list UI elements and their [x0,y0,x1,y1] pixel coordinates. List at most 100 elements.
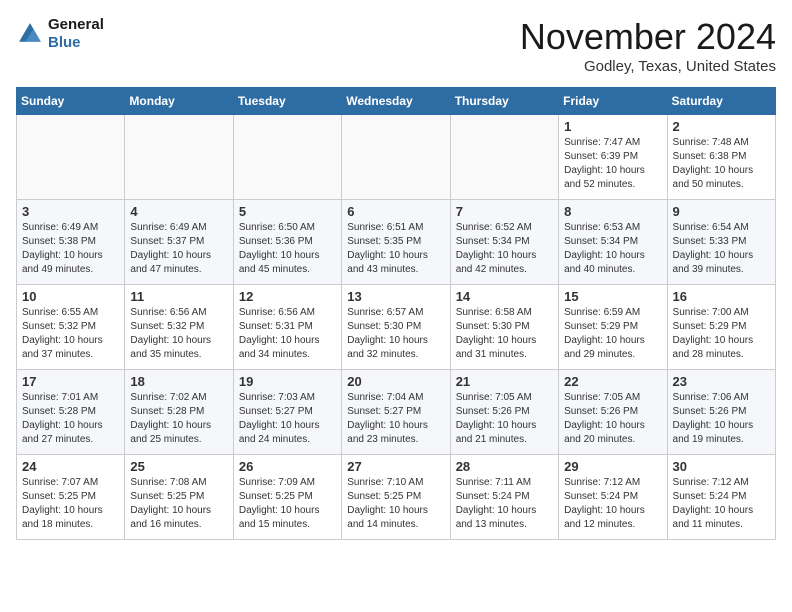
logo-icon [16,20,44,48]
day-info: Sunrise: 7:05 AM Sunset: 5:26 PM Dayligh… [456,391,553,447]
day-number: 26 [239,459,336,474]
day-cell: 19 Sunrise: 7:03 AM Sunset: 5:27 PM Dayli… [233,370,341,455]
day-number: 13 [347,289,444,304]
day-cell [125,115,233,200]
title-area: November 2024 Godley, Texas, United Stat… [520,16,776,75]
week-row-1: 1Sunrise: 7:47 AM Sunset: 6:39 PM Daylig… [17,115,776,200]
day-cell: 30Sunrise: 7:12 AM Sunset: 5:24 PM Dayli… [667,455,775,540]
day-number: 1 [564,119,661,134]
day-number: 20 [347,374,444,389]
day-cell: 28 Sunrise: 7:11 AM Sunset: 5:24 PM Dayli… [450,455,558,540]
day-info: Sunrise: 7:03 AM Sunset: 5:27 PM Dayligh… [239,391,336,447]
day-cell: 1Sunrise: 7:47 AM Sunset: 6:39 PM Daylig… [559,115,667,200]
day-cell: 14Sunrise: 6:58 AM Sunset: 5:30 PM Dayli… [450,285,558,370]
day-info: Sunrise: 7:48 AM Sunset: 6:38 PM Dayligh… [673,136,770,192]
day-cell: 10Sunrise: 6:55 AM Sunset: 5:32 PM Dayli… [17,285,125,370]
day-cell [342,115,450,200]
day-number: 23 [673,374,770,389]
day-number: 29 [564,459,661,474]
weekday-header-wednesday: Wednesday [342,88,450,115]
day-info: Sunrise: 6:52 AM Sunset: 5:34 PM Dayligh… [456,221,553,277]
day-info: Sunrise: 6:55 AM Sunset: 5:32 PM Dayligh… [22,306,119,362]
day-info: Sunrise: 6:58 AM Sunset: 5:30 PM Dayligh… [456,306,553,362]
day-number: 9 [673,204,770,219]
day-cell: 6Sunrise: 6:51 AM Sunset: 5:35 PM Daylig… [342,200,450,285]
day-number: 7 [456,204,553,219]
day-cell: 29 Sunrise: 7:12 AM Sunset: 5:24 PM Dayli… [559,455,667,540]
day-info: Sunrise: 6:50 AM Sunset: 5:36 PM Dayligh… [239,221,336,277]
day-number: 17 [22,374,119,389]
day-number: 24 [22,459,119,474]
day-cell: 24 Sunrise: 7:07 AM Sunset: 5:25 PM Dayli… [17,455,125,540]
day-info: Sunrise: 7:12 AM Sunset: 5:24 PM Dayligh… [673,476,770,532]
day-cell: 27Sunrise: 7:10 AM Sunset: 5:25 PM Dayli… [342,455,450,540]
week-row-2: 3Sunrise: 6:49 AM Sunset: 5:38 PM Daylig… [17,200,776,285]
month-title: November 2024 [520,16,776,58]
day-cell: 9 Sunrise: 6:54 AM Sunset: 5:33 PM Daylig… [667,200,775,285]
day-number: 19 [239,374,336,389]
day-cell: 12Sunrise: 6:56 AM Sunset: 5:31 PM Dayli… [233,285,341,370]
day-number: 3 [22,204,119,219]
day-cell: 5 Sunrise: 6:50 AM Sunset: 5:36 PM Daylig… [233,200,341,285]
weekday-header-saturday: Saturday [667,88,775,115]
day-cell: 2 Sunrise: 7:48 AM Sunset: 6:38 PM Daylig… [667,115,775,200]
week-row-3: 10Sunrise: 6:55 AM Sunset: 5:32 PM Dayli… [17,285,776,370]
header: General Blue November 2024 Godley, Texas… [16,16,776,75]
day-info: Sunrise: 6:57 AM Sunset: 5:30 PM Dayligh… [347,306,444,362]
weekday-header-friday: Friday [559,88,667,115]
day-info: Sunrise: 6:49 AM Sunset: 5:37 PM Dayligh… [130,221,227,277]
day-info: Sunrise: 7:04 AM Sunset: 5:27 PM Dayligh… [347,391,444,447]
day-number: 25 [130,459,227,474]
day-number: 2 [673,119,770,134]
day-cell: 17Sunrise: 7:01 AM Sunset: 5:28 PM Dayli… [17,370,125,455]
day-info: Sunrise: 7:05 AM Sunset: 5:26 PM Dayligh… [564,391,661,447]
day-cell: 8 Sunrise: 6:53 AM Sunset: 5:34 PM Daylig… [559,200,667,285]
day-number: 8 [564,204,661,219]
logo-blue: Blue [48,34,81,51]
day-info: Sunrise: 6:51 AM Sunset: 5:35 PM Dayligh… [347,221,444,277]
day-info: Sunrise: 7:11 AM Sunset: 5:24 PM Dayligh… [456,476,553,532]
day-cell: 22 Sunrise: 7:05 AM Sunset: 5:26 PM Dayli… [559,370,667,455]
day-info: Sunrise: 7:08 AM Sunset: 5:25 PM Dayligh… [130,476,227,532]
day-number: 22 [564,374,661,389]
day-cell [233,115,341,200]
day-info: Sunrise: 6:53 AM Sunset: 5:34 PM Dayligh… [564,221,661,277]
day-cell: 18Sunrise: 7:02 AM Sunset: 5:28 PM Dayli… [125,370,233,455]
day-info: Sunrise: 7:07 AM Sunset: 5:25 PM Dayligh… [22,476,119,532]
weekday-header-monday: Monday [125,88,233,115]
day-number: 11 [130,289,227,304]
day-info: Sunrise: 7:12 AM Sunset: 5:24 PM Dayligh… [564,476,661,532]
day-number: 12 [239,289,336,304]
day-cell: 25 Sunrise: 7:08 AM Sunset: 5:25 PM Dayli… [125,455,233,540]
day-cell: 15 Sunrise: 6:59 AM Sunset: 5:29 PM Dayli… [559,285,667,370]
logo-general: General [48,16,104,33]
day-number: 16 [673,289,770,304]
weekday-header-row: SundayMondayTuesdayWednesdayThursdayFrid… [17,88,776,115]
day-info: Sunrise: 6:54 AM Sunset: 5:33 PM Dayligh… [673,221,770,277]
day-info: Sunrise: 6:56 AM Sunset: 5:32 PM Dayligh… [130,306,227,362]
day-number: 4 [130,204,227,219]
day-cell: 23 Sunrise: 7:06 AM Sunset: 5:26 PM Dayli… [667,370,775,455]
day-info: Sunrise: 7:06 AM Sunset: 5:26 PM Dayligh… [673,391,770,447]
location-title: Godley, Texas, United States [520,58,776,75]
day-cell: 26 Sunrise: 7:09 AM Sunset: 5:25 PM Dayli… [233,455,341,540]
day-number: 27 [347,459,444,474]
day-cell: 4 Sunrise: 6:49 AM Sunset: 5:37 PM Daylig… [125,200,233,285]
day-cell [450,115,558,200]
day-info: Sunrise: 7:00 AM Sunset: 5:29 PM Dayligh… [673,306,770,362]
day-info: Sunrise: 6:59 AM Sunset: 5:29 PM Dayligh… [564,306,661,362]
logo: General Blue [16,16,104,52]
calendar-table: SundayMondayTuesdayWednesdayThursdayFrid… [16,87,776,540]
day-cell: 3Sunrise: 6:49 AM Sunset: 5:38 PM Daylig… [17,200,125,285]
day-info: Sunrise: 7:09 AM Sunset: 5:25 PM Dayligh… [239,476,336,532]
week-row-4: 17Sunrise: 7:01 AM Sunset: 5:28 PM Dayli… [17,370,776,455]
day-number: 28 [456,459,553,474]
day-cell: 11 Sunrise: 6:56 AM Sunset: 5:32 PM Dayli… [125,285,233,370]
day-number: 5 [239,204,336,219]
weekday-header-thursday: Thursday [450,88,558,115]
logo-text: General Blue [48,16,104,52]
day-number: 15 [564,289,661,304]
weekday-header-sunday: Sunday [17,88,125,115]
week-row-5: 24 Sunrise: 7:07 AM Sunset: 5:25 PM Dayli… [17,455,776,540]
day-info: Sunrise: 7:02 AM Sunset: 5:28 PM Dayligh… [130,391,227,447]
